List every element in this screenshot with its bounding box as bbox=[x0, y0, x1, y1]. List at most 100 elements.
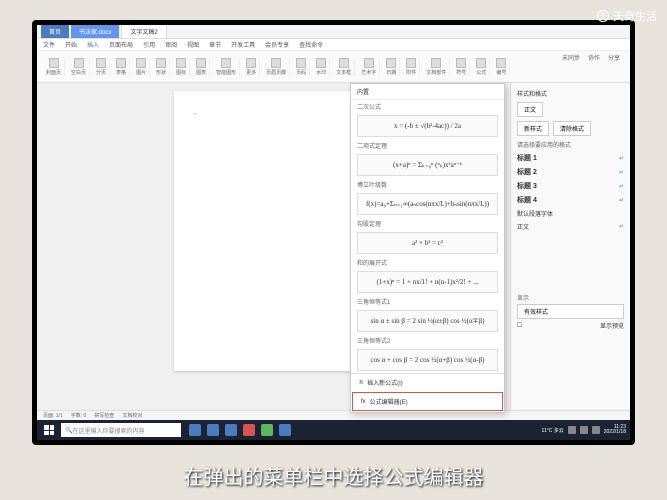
menu-page[interactable]: 页面布局 bbox=[109, 40, 133, 49]
task-icon-4[interactable] bbox=[243, 424, 255, 436]
style-h3[interactable]: 标题 3↵ bbox=[517, 179, 624, 193]
check-icon: ↵ bbox=[619, 155, 624, 162]
current-style[interactable]: 正文 bbox=[517, 102, 543, 117]
cursor: ⌐ bbox=[194, 111, 198, 118]
tool-icon[interactable]: 图标 bbox=[173, 58, 190, 76]
head-icon bbox=[271, 58, 281, 68]
formula-pythag[interactable]: a² + b² = c² bbox=[357, 232, 498, 254]
tool-header[interactable]: 页眉页脚 bbox=[263, 58, 290, 76]
clear-format-button[interactable]: 清除格式 bbox=[553, 121, 591, 136]
insert-new-equation[interactable]: π插入新公式(I) bbox=[351, 374, 504, 391]
menu-review[interactable]: 审阅 bbox=[165, 40, 177, 49]
style-h2[interactable]: 标题 2↵ bbox=[517, 165, 624, 179]
pnum-icon bbox=[296, 58, 306, 68]
formula-expand[interactable]: (1+x)ⁿ = 1 + nx/1! + n(n-1)x²/2! + ... bbox=[357, 271, 498, 293]
section-trig2: 三角恒等式2 bbox=[351, 334, 504, 347]
section-quadratic: 二次公式 bbox=[351, 100, 504, 113]
tray-icon[interactable] bbox=[568, 426, 576, 434]
tray-icon[interactable] bbox=[592, 426, 600, 434]
tab-home[interactable]: 首页 bbox=[41, 25, 69, 38]
monitor-frame: 首页 书法家.docx 文字文稿2 文件 开始 插入 页面布局 引用 审阅 视图… bbox=[32, 20, 635, 445]
menu-dev[interactable]: 开发工具 bbox=[231, 40, 255, 49]
style-body[interactable]: 正文↵ bbox=[517, 220, 624, 233]
menu-start[interactable]: 开始 bbox=[65, 40, 77, 49]
tool-textbox[interactable]: 文本框 bbox=[333, 58, 355, 76]
task-icon-2[interactable] bbox=[207, 424, 219, 436]
tool-chart[interactable]: 图表 bbox=[193, 58, 210, 76]
attach-icon bbox=[406, 58, 416, 68]
spell-check[interactable]: 拼写检查 bbox=[94, 412, 114, 419]
tool-blank[interactable]: 空白页 bbox=[68, 58, 90, 76]
task-icon-6[interactable] bbox=[279, 424, 291, 436]
more-icon bbox=[246, 58, 256, 68]
tool-table[interactable]: 表格 bbox=[113, 58, 130, 76]
coop-button[interactable]: 协作 bbox=[588, 53, 600, 62]
share-button[interactable]: 分享 bbox=[608, 53, 620, 62]
section-trig1: 三角恒等式1 bbox=[351, 295, 504, 308]
menu-find[interactable]: 查找命令 bbox=[299, 40, 323, 49]
formula-binomial[interactable]: (x+a)ⁿ = Σₖ₌₀ⁿ (ⁿₖ)xᵏaⁿ⁻ᵏ bbox=[357, 154, 498, 176]
table-icon bbox=[116, 58, 126, 68]
tool-smart[interactable]: 智能图形 bbox=[213, 58, 240, 76]
menu-ref[interactable]: 引用 bbox=[143, 40, 155, 49]
tool-pagenum[interactable]: 页码 bbox=[293, 58, 310, 76]
preview-checkbox[interactable]: ☐ 显示预览 bbox=[517, 319, 624, 332]
check-icon: ↵ bbox=[619, 183, 624, 190]
task-icon-3[interactable] bbox=[225, 424, 237, 436]
tool-break[interactable]: 分页 bbox=[93, 58, 110, 76]
cover-icon bbox=[49, 58, 59, 68]
weather[interactable]: 11°C 多云 bbox=[542, 427, 564, 434]
blank-icon bbox=[74, 58, 84, 68]
tool-equation[interactable]: 公式 bbox=[473, 58, 490, 76]
date-icon bbox=[386, 58, 396, 68]
tool-more[interactable]: 更多 bbox=[243, 58, 260, 76]
task-icon-1[interactable] bbox=[189, 424, 201, 436]
shape-icon bbox=[156, 58, 166, 68]
style-default[interactable]: 默认段落字体 bbox=[517, 207, 624, 220]
start-button[interactable] bbox=[41, 422, 57, 438]
section-fourier: 傅立叶级数 bbox=[351, 178, 504, 191]
tool-field[interactable]: 文档部件 bbox=[423, 58, 450, 76]
menu-view[interactable]: 视图 bbox=[187, 40, 199, 49]
dropdown-header: 内置 bbox=[351, 84, 504, 100]
formula-fourier[interactable]: f(x)=a₀+Σₙ₌₁∞(aₙcos(nπx/L)+bₙsin(nπx/L)) bbox=[357, 193, 498, 215]
menu-file[interactable]: 文件 bbox=[43, 40, 55, 49]
tab-blank[interactable]: 文字文稿2 bbox=[121, 25, 166, 39]
tab-document[interactable]: 书法家.docx bbox=[71, 25, 119, 38]
screen: 首页 书法家.docx 文字文稿2 文件 开始 插入 页面布局 引用 审阅 视图… bbox=[37, 25, 630, 440]
search-box[interactable]: 🔍 在这里输入你要搜索的内容 bbox=[61, 423, 181, 437]
task-icon-5[interactable] bbox=[261, 424, 273, 436]
equation-editor[interactable]: fx公式编辑器(E) bbox=[352, 392, 503, 411]
ribbon-toolbar: 封面页 空白页 分页 表格 图片 形状 图标 图表 智能图形 更多 页眉页脚 页… bbox=[37, 51, 630, 83]
tool-cover[interactable]: 封面页 bbox=[43, 58, 65, 76]
search-icon: 🔍 bbox=[65, 427, 72, 434]
panel-subtitle: 请选择要应用的格式 bbox=[517, 140, 624, 149]
formula-trig2[interactable]: cos α + cos β = 2 cos ½(α+β) cos ½(α-β) bbox=[357, 349, 498, 371]
tool-shape[interactable]: 形状 bbox=[153, 58, 170, 76]
tool-number[interactable]: 编号 bbox=[493, 58, 510, 76]
tool-date[interactable]: 日期 bbox=[383, 58, 400, 76]
new-style-button[interactable]: 新样式 bbox=[517, 121, 549, 136]
menu-insert[interactable]: 插入 bbox=[87, 40, 99, 49]
formula-trig1[interactable]: sin α ± sin β = 2 sin ½(α±β) cos ½(α∓β) bbox=[357, 310, 498, 332]
tool-art[interactable]: 艺术字 bbox=[358, 58, 380, 76]
tool-watermark[interactable]: 水印 bbox=[313, 58, 330, 76]
doc-proof[interactable]: 文档校对 bbox=[122, 412, 142, 419]
formula-quadratic[interactable]: x = (-b ± √(b²-4ac)) / 2a bbox=[357, 115, 498, 137]
style-h4[interactable]: 标题 4↵ bbox=[517, 193, 624, 207]
clock[interactable]: 11:23 2022/1/18 bbox=[604, 425, 626, 435]
editor-icon: fx bbox=[361, 399, 366, 405]
smart-icon bbox=[221, 58, 231, 68]
sync-status[interactable]: 未同步 bbox=[562, 53, 580, 62]
tool-pic[interactable]: 图片 bbox=[133, 58, 150, 76]
show-select[interactable]: 有效样式 bbox=[517, 304, 624, 319]
menu-section[interactable]: 章节 bbox=[209, 40, 221, 49]
tool-attach[interactable]: 附件 bbox=[403, 58, 420, 76]
video-watermark: 天 天奇生活 bbox=[597, 8, 657, 24]
tool-symbol[interactable]: 符号 bbox=[453, 58, 470, 76]
menu-special[interactable]: 会员专享 bbox=[265, 40, 289, 49]
word-count: 字数: 0 bbox=[71, 412, 87, 419]
style-h1[interactable]: 标题 1↵ bbox=[517, 151, 624, 165]
page[interactable]: ⌐ bbox=[174, 91, 374, 371]
tray-icon[interactable] bbox=[580, 426, 588, 434]
